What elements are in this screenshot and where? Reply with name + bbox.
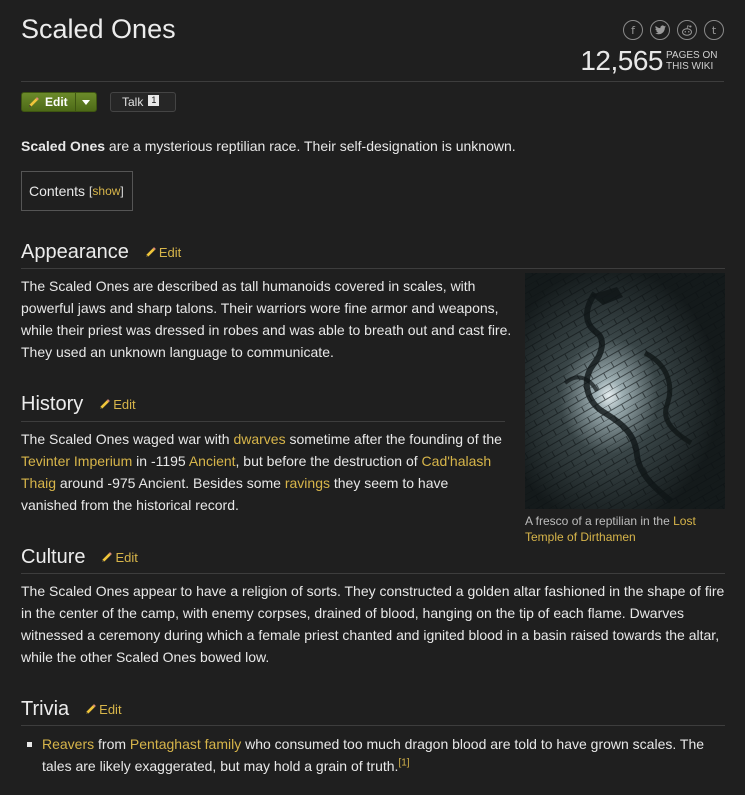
history-edit-link[interactable]: Edit — [99, 397, 136, 412]
list-item: Reavers from Pentaghast family who consu… — [21, 733, 725, 777]
toc-toggle: [show] — [89, 184, 124, 198]
chevron-down-icon — [81, 99, 90, 105]
history-heading: History Edit — [21, 393, 136, 415]
pencil-icon — [146, 247, 156, 257]
ancient-link[interactable]: Ancient — [189, 453, 236, 469]
twitter-icon[interactable] — [650, 20, 670, 40]
toc-show-link[interactable]: show — [92, 184, 120, 198]
edit-button-group: Edit — [21, 92, 97, 112]
talk-count-badge: 1 — [148, 95, 160, 106]
page-count-label: PAGES ON THIS WIKI — [666, 50, 718, 72]
history-text: The Scaled Ones waged war with dwarves s… — [21, 431, 502, 513]
pencil-icon — [102, 552, 113, 562]
toc-title: Contents — [29, 183, 86, 199]
culture-edit-link[interactable]: Edit — [101, 550, 138, 565]
culture-text: The Scaled Ones appear to have a religio… — [21, 583, 725, 665]
social-share-bar: f t — [623, 20, 724, 40]
facebook-icon[interactable]: f — [623, 20, 643, 40]
table-of-contents: Contents [show] — [21, 171, 133, 211]
trivia-edit-link[interactable]: Edit — [85, 702, 122, 717]
reavers-link[interactable]: Reavers — [42, 736, 94, 752]
section-divider — [21, 421, 505, 422]
appearance-heading: Appearance Edit — [21, 241, 182, 263]
fresco-image[interactable] — [525, 273, 725, 509]
culture-heading: Culture Edit — [21, 546, 138, 568]
trivia-list: Reavers from Pentaghast family who consu… — [21, 733, 725, 777]
tevinter-imperium-link[interactable]: Tevinter Imperium — [21, 453, 132, 469]
section-divider — [21, 573, 725, 574]
header-divider — [21, 81, 724, 82]
section-divider — [21, 725, 725, 726]
figure: A fresco of a reptilian in the Lost Temp… — [525, 273, 725, 545]
intro-paragraph: Scaled Ones are a mysterious reptilian r… — [21, 138, 516, 154]
page-count-number: 12,565 — [580, 45, 663, 76]
dwarves-link[interactable]: dwarves — [233, 431, 285, 447]
pencil-icon — [29, 97, 39, 107]
tumblr-icon[interactable]: t — [704, 20, 724, 40]
edit-dropdown-button[interactable] — [74, 93, 96, 111]
bullet — [27, 742, 32, 747]
edit-button[interactable]: Edit — [22, 93, 75, 111]
page-title: Scaled Ones — [21, 14, 176, 44]
reference-link[interactable]: [1] — [398, 757, 409, 768]
pencil-icon — [100, 399, 111, 409]
reddit-icon[interactable] — [677, 20, 697, 40]
figure-caption: A fresco of a reptilian in the Lost Temp… — [525, 514, 696, 544]
appearance-text: The Scaled Ones are described as tall hu… — [21, 278, 512, 360]
ravings-link[interactable]: ravings — [285, 475, 330, 491]
section-divider — [21, 268, 725, 269]
talk-button[interactable]: Talk 1 — [110, 92, 176, 112]
appearance-edit-link[interactable]: Edit — [145, 245, 181, 260]
page-count: 12,565 PAGES ON THIS WIKI — [580, 45, 724, 77]
pentaghast-family-link[interactable]: Pentaghast family — [130, 736, 241, 752]
pencil-icon — [86, 704, 97, 714]
trivia-heading: Trivia Edit — [21, 698, 122, 720]
